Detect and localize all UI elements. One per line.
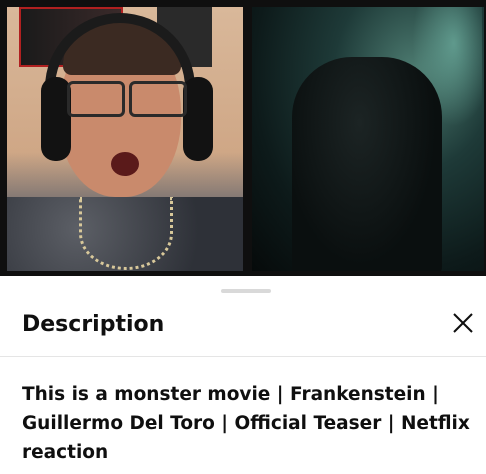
drag-handle[interactable]: [221, 289, 271, 293]
glasses-lens-right: [129, 81, 187, 117]
close-button[interactable]: [448, 308, 478, 338]
hooded-figure: [292, 57, 442, 271]
reactor-chain: [79, 197, 173, 270]
glasses-lens-left: [67, 81, 125, 117]
headphone-earcup-right: [183, 77, 213, 161]
trailer-clip-panel: [252, 7, 484, 271]
video-title: This is a monster movie | Frankenstein |…: [22, 384, 470, 463]
description-heading: Description: [22, 312, 165, 337]
description-sheet: Description This is a monster movie | Fr…: [0, 276, 486, 474]
video-player[interactable]: [0, 0, 486, 276]
divider: [0, 356, 486, 357]
close-icon: [453, 313, 473, 333]
reactor-webcam-panel: [7, 7, 243, 271]
reactor-mouth: [111, 152, 139, 176]
